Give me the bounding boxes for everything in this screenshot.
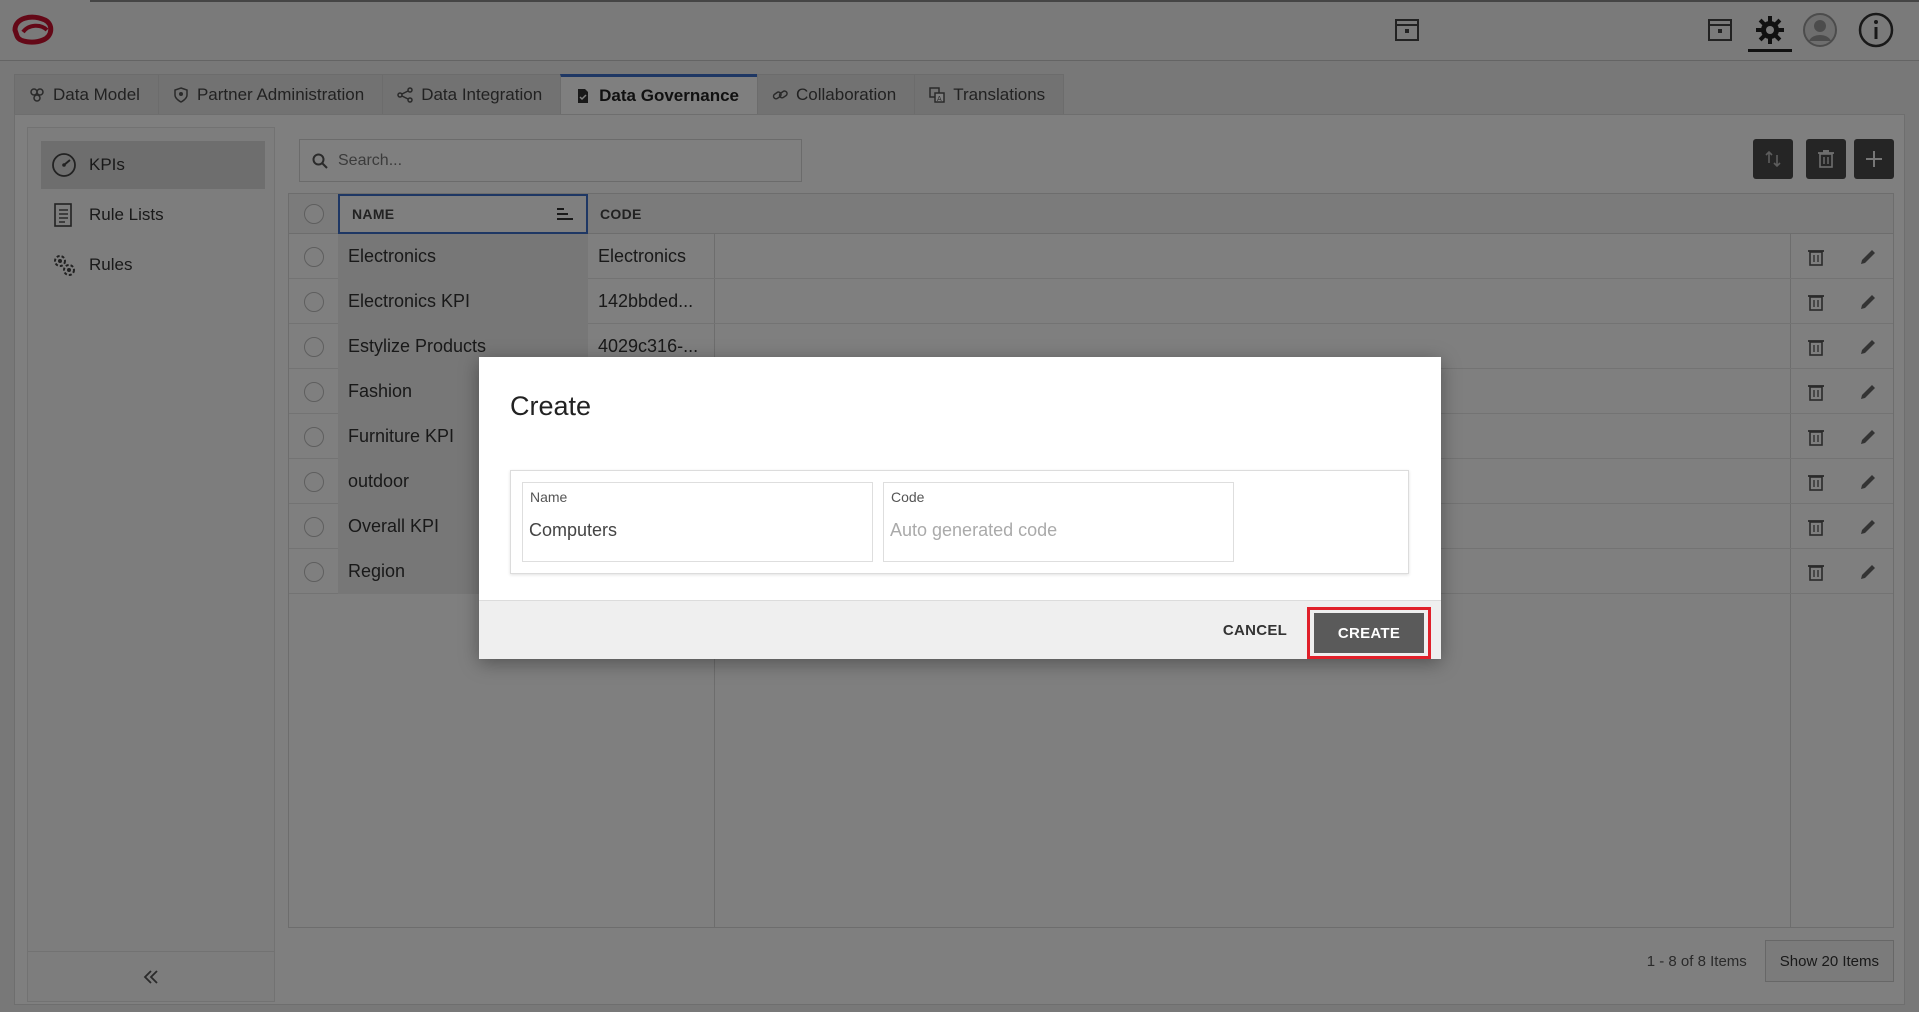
code-label: Code [891, 489, 925, 505]
create-dialog: Create Name Code CANCEL CREATE [479, 357, 1441, 659]
cancel-button[interactable]: CANCEL [1205, 601, 1305, 660]
dialog-title: Create [510, 391, 592, 421]
code-input[interactable] [890, 517, 1225, 543]
code-field: Code [883, 482, 1234, 562]
dialog-footer: CANCEL CREATE [479, 600, 1441, 659]
name-field: Name [522, 482, 873, 562]
name-input[interactable] [529, 517, 864, 543]
name-label: Name [530, 489, 568, 505]
create-button[interactable]: CREATE [1314, 613, 1424, 653]
create-form: Name Code [510, 470, 1409, 574]
